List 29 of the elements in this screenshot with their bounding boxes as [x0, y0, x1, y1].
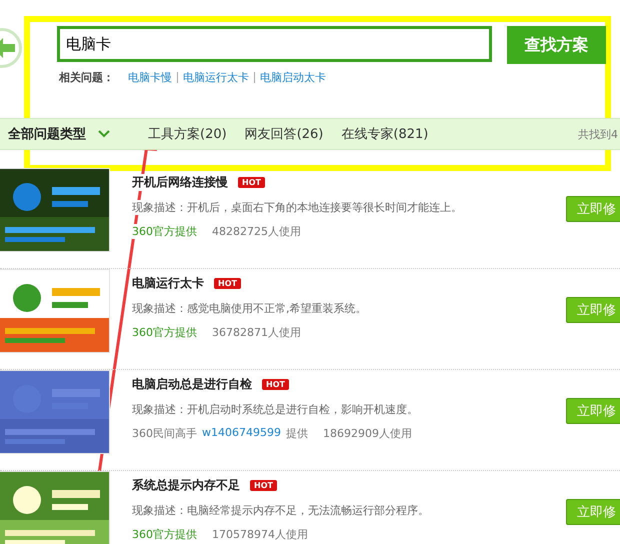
filter-tab[interactable]: 在线专家(821) [341, 125, 428, 143]
related-link[interactable]: 电脑运行太卡 [183, 70, 249, 85]
source-label: 360官方提供 [132, 527, 197, 542]
source-label: 360官方提供 [132, 224, 197, 239]
result-count: 共找到4 [578, 126, 618, 142]
result-title[interactable]: 开机后网络连接慢 [132, 174, 228, 191]
result-title[interactable]: 电脑启动总是进行自检 [132, 376, 252, 393]
source-label: 360官方提供 [132, 325, 197, 340]
usage-count: 36782871人使用 [212, 325, 301, 340]
hot-badge: HOT [262, 379, 289, 390]
result-title[interactable]: 电脑运行太卡 [132, 275, 204, 292]
user-link[interactable]: w1406749599 [202, 426, 281, 441]
filter-tab[interactable]: 网友回答(26) [244, 125, 324, 143]
hot-badge: HOT [214, 278, 241, 289]
chevron-down-icon [98, 130, 110, 138]
source-suffix: 提供 [286, 426, 308, 441]
hot-badge: HOT [250, 480, 277, 491]
filter-tab[interactable]: 工具方案(20) [148, 125, 227, 143]
hot-badge: HOT [238, 177, 265, 188]
usage-count: 18692909人使用 [322, 426, 412, 441]
related-link[interactable]: 电脑启动太卡 [260, 70, 326, 85]
related-link[interactable]: 电脑卡慢 [128, 70, 172, 85]
related-label: 相关问题： [59, 70, 114, 85]
usage-count: 170578974人使用 [212, 527, 308, 542]
source-label: 360民间高手 [132, 426, 197, 441]
usage-count: 48282725人使用 [212, 224, 301, 239]
search-field[interactable]: 电脑卡 [57, 26, 492, 62]
result-title[interactable]: 系统总提示内存不足 [132, 477, 240, 494]
category-dropdown[interactable]: 全部问题类型 [8, 125, 86, 143]
